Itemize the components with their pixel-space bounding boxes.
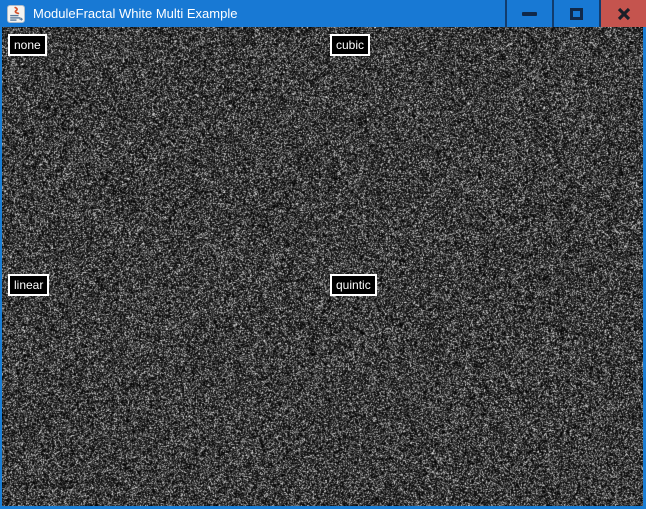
noise-label-linear: linear xyxy=(8,274,49,296)
noise-label-none: none xyxy=(8,34,47,56)
java-coffee-cup-icon xyxy=(7,5,25,23)
window-title: ModuleFractal White Multi Example xyxy=(33,0,237,27)
close-button[interactable] xyxy=(599,0,646,27)
minimize-button[interactable] xyxy=(505,0,552,27)
noise-area: none cubic linear quintic xyxy=(2,27,643,506)
minimize-icon xyxy=(522,12,537,16)
noise-label-quintic: quintic xyxy=(330,274,377,296)
maximize-button[interactable] xyxy=(552,0,599,27)
noise-canvas xyxy=(2,27,643,506)
close-x-icon xyxy=(617,7,631,21)
window-controls xyxy=(505,0,646,27)
titlebar[interactable]: ModuleFractal White Multi Example xyxy=(0,0,646,27)
noise-label-cubic: cubic xyxy=(330,34,370,56)
maximize-icon xyxy=(570,8,583,20)
app-window: ModuleFractal White Multi Example none cu… xyxy=(0,0,646,509)
